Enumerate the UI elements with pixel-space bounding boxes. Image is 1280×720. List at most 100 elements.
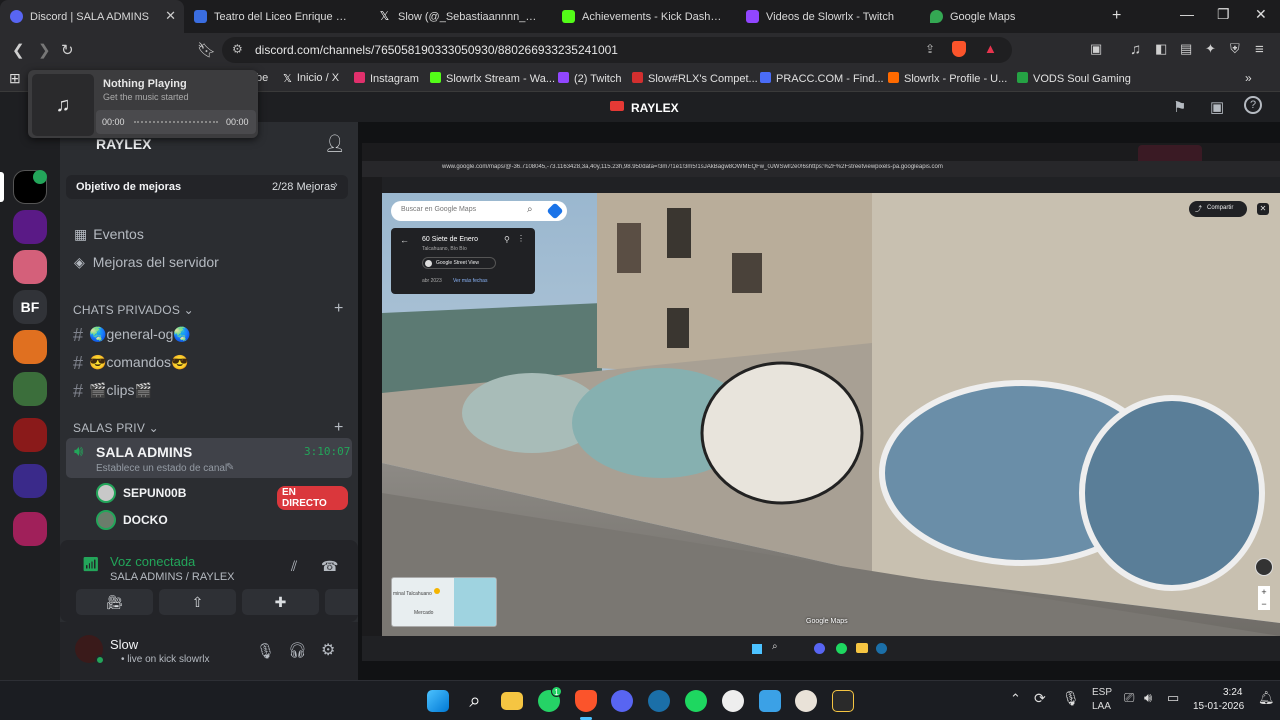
bookmark-kick[interactable]: Slowrlx Stream - Wa... [430,72,555,85]
help-icon[interactable]: ? [1244,96,1262,114]
site-settings-icon[interactable]: ⚙ [232,42,243,56]
lang-top[interactable]: ESP [1092,687,1112,698]
disconnect-icon[interactable]: ☎ [321,558,338,575]
wallet-icon[interactable]: ▤ [1180,41,1192,57]
channel-clips[interactable]: # 🎬clips🎬 [73,381,152,402]
tab-google-maps[interactable]: Google Maps [920,0,1104,33]
category-private-rooms[interactable]: SALAS PRIV ⌄ [73,421,159,435]
more-bookmarks-icon[interactable]: » [1245,71,1252,85]
server-folder-icon[interactable] [13,372,47,406]
brave-rewards-icon[interactable]: ▲ [984,41,997,56]
channel-status[interactable]: Establece un estado de canal [96,463,227,474]
add-channel-icon[interactable]: + [334,419,343,437]
bookmark-instagram[interactable]: Instagram [354,72,419,85]
flag-icon[interactable]: ⚑ [1173,98,1186,116]
app-icon[interactable] [722,690,744,712]
bookmark-faceit[interactable]: Slow#RLX's Compet... [632,72,758,85]
battery-icon[interactable]: ▭ [1167,690,1179,706]
sync-icon[interactable]: ⟳ [1034,690,1046,707]
new-tab-button[interactable]: + [1112,7,1121,25]
bookmark-twitch[interactable]: (2) Twitch [558,72,621,85]
lang-bottom[interactable]: LAA [1092,701,1111,712]
file-explorer-icon[interactable] [501,692,523,710]
activities-button[interactable]: ✚ [242,589,319,615]
zoom-out-button[interactable]: − [1258,598,1270,610]
inbox-icon[interactable]: ▣ [1210,98,1224,116]
back-arrow-icon[interactable]: ← [400,235,409,245]
camera-button[interactable]: 🎥︎ [76,589,153,615]
zoom-in-button[interactable]: + [1258,586,1270,598]
boost-goal-bar[interactable]: Objetivo de mejoras 2/28 Mejoras › [66,175,348,199]
voice-location[interactable]: SALA ADMINS / RAYLEX [110,571,235,583]
media-icon[interactable]: ♫ [1130,41,1141,58]
server-icon[interactable]: BF [13,290,47,324]
server-folder-icon[interactable] [13,512,47,546]
tab-twitch[interactable]: Videos de Slowrlx - Twitch [736,0,920,33]
menu-icon[interactable]: ≡ [1255,41,1264,58]
discord-icon[interactable] [611,690,633,712]
notification-bell-icon[interactable]: 🔔︎ [1258,690,1275,706]
directions-icon[interactable] [546,202,564,220]
username[interactable]: Slow [110,637,138,652]
server-boosts-item[interactable]: ◈ Mejoras del servidor [74,254,219,271]
apps-grid-icon[interactable]: ⊞ [9,70,21,87]
add-channel-icon[interactable]: + [334,300,343,318]
address-bar[interactable]: ⚙ discord.com/channels/76505819033305093… [222,37,1012,63]
tab-kick[interactable]: Achievements - Kick Dashboard [552,0,736,33]
pegman-icon[interactable] [1255,558,1273,576]
more-dates-link[interactable]: Ver más fechas [453,278,487,284]
network-icon[interactable]: ⎚ [1124,690,1134,706]
pin-icon[interactable]: ⚲ [504,235,510,244]
invite-people-icon[interactable]: 👤︎ [324,134,346,154]
headphones-icon[interactable]: 🎧︎ [288,641,307,659]
photos-icon[interactable] [759,690,781,712]
events-item[interactable]: ▦ Eventos [74,226,144,243]
bookmark-vods[interactable]: VODS Soul Gaming [1017,72,1131,85]
bookmark-x[interactable]: 𝕏 Inicio / X [283,72,339,85]
close-tab-icon[interactable]: ✕ [165,8,176,24]
tab-x[interactable]: 𝕏 Slow (@_Sebastiaannnn_) / X [368,0,552,33]
server-folder-icon[interactable] [13,418,47,452]
tab-discord[interactable]: Discord | SALA ADMINS ✕ [0,0,184,33]
voice-status[interactable]: Voz conectada [110,554,195,569]
spotify-icon[interactable] [685,690,707,712]
chevron-up-icon[interactable]: ⌃ [1010,691,1021,707]
screenshot-icon[interactable]: ▣ [1090,41,1102,57]
brave-shield-icon[interactable] [952,41,966,57]
game-icon[interactable] [795,690,817,712]
tab-teatro[interactable]: Teatro del Liceo Enrique Molina [184,0,368,33]
steam-icon[interactable] [648,690,670,712]
share-icon[interactable]: ⇪ [925,42,935,56]
street-view-chip[interactable]: Google Street View [422,257,496,269]
voice-member[interactable]: DOCKO [96,510,348,532]
bookmark-pracc[interactable]: PRACC.COM - Find... [760,72,884,85]
channel-general-og[interactable]: # 🌏general-og🌏 [73,325,191,346]
microphone-icon[interactable]: 🎙︎ [256,642,275,660]
bookmark-profile[interactable]: Slowrlx - Profile - U... [888,72,1007,85]
pencil-icon[interactable]: ✎ [226,462,234,473]
server-name[interactable]: RAYLEX [96,136,152,152]
server-folder-icon[interactable] [13,464,47,498]
soundboard-button[interactable]: ♪ [325,589,358,615]
volume-icon[interactable]: 🔊︎ [1144,690,1152,706]
share-button[interactable]: ⤴ Compartir [1189,201,1247,217]
bookmark-icon[interactable]: 🔖︎ [197,41,216,59]
restore-button[interactable]: ❐ [1217,6,1230,23]
screen-share-button[interactable]: ⇧ [159,589,236,615]
server-icon[interactable] [13,330,47,364]
progress-track[interactable] [134,121,218,123]
category-private-chats[interactable]: CHATS PRIVADOS ⌄ [73,303,194,317]
maps-minimap[interactable]: minal Talcahuano Mercado [391,577,497,627]
channel-comandos[interactable]: # 😎comandos😎 [73,353,188,374]
forward-icon[interactable]: ❯ [38,41,51,59]
search-icon[interactable]: ⌕ [464,690,486,712]
brave-browser-icon[interactable] [575,690,597,712]
microphone-icon[interactable]: 🎙︎ [1062,690,1080,707]
clock-date[interactable]: 15-01-2026 [1193,701,1244,712]
close-icon[interactable]: ✕ [1257,203,1269,215]
leo-ai-icon[interactable]: ✦ [1205,41,1216,57]
more-options-icon[interactable]: ⋮ [517,234,525,243]
gear-icon[interactable]: ⚙ [321,640,335,660]
clock-time[interactable]: 3:24 [1223,687,1242,698]
minimize-button[interactable]: — [1180,6,1194,22]
